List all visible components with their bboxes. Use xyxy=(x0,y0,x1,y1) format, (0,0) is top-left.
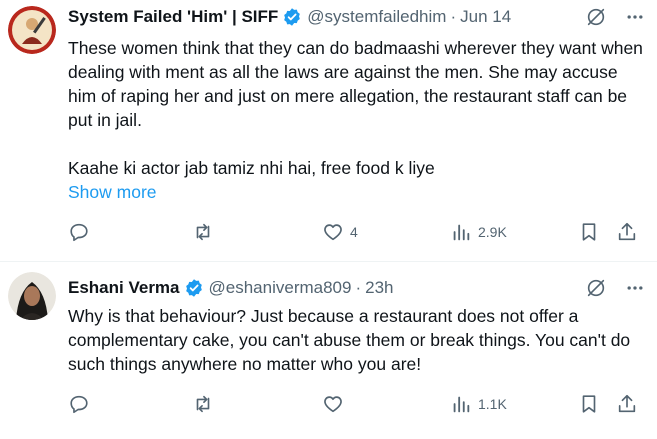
tweet-header: System Failed 'Him' | SIFF @systemfailed… xyxy=(68,4,645,30)
share-icon xyxy=(616,393,638,415)
like-count: 4 xyxy=(350,224,358,240)
verified-badge-icon xyxy=(282,7,302,27)
reply-icon xyxy=(68,393,90,415)
display-name[interactable]: System Failed 'Him' | SIFF xyxy=(68,7,278,27)
repost-button[interactable] xyxy=(192,393,220,415)
share-button[interactable] xyxy=(616,221,638,243)
verified-badge-icon xyxy=(184,278,204,298)
tweet-text: Why is that behaviour? Just because a re… xyxy=(68,304,645,376)
timestamp[interactable]: 23h xyxy=(365,278,393,298)
like-icon xyxy=(322,393,344,415)
repost-icon xyxy=(192,221,214,243)
views-icon xyxy=(450,221,472,243)
bookmark-icon xyxy=(578,393,600,415)
more-icon[interactable] xyxy=(625,278,645,298)
share-icon xyxy=(616,221,638,243)
tweet[interactable]: System Failed 'Him' | SIFF @systemfailed… xyxy=(0,0,657,262)
grok-icon[interactable] xyxy=(585,6,607,28)
tweet[interactable]: Eshani Verma @eshaniverma809 · 23h Why i… xyxy=(0,262,657,439)
show-more-link[interactable]: Show more xyxy=(68,182,157,202)
display-name[interactable]: Eshani Verma xyxy=(68,278,180,298)
tweet-paragraph: These women think that they can do badma… xyxy=(68,38,643,130)
share-button[interactable] xyxy=(616,393,638,415)
timestamp[interactable]: Jun 14 xyxy=(460,7,511,27)
views-button[interactable]: 2.9K xyxy=(450,221,507,243)
bookmark-button[interactable] xyxy=(578,221,600,243)
like-icon xyxy=(322,221,344,243)
separator-dot: · xyxy=(355,278,362,297)
more-icon[interactable] xyxy=(625,7,645,27)
reply-button[interactable] xyxy=(68,393,96,415)
repost-icon xyxy=(192,393,214,415)
like-button[interactable]: 4 xyxy=(322,221,358,243)
separator-dot: · xyxy=(450,7,457,26)
tweet-paragraph: Kaahe ki actor jab tamiz nhi hai, free f… xyxy=(68,158,435,178)
repost-button[interactable] xyxy=(192,221,220,243)
views-button[interactable]: 1.1K xyxy=(450,393,507,415)
handle[interactable]: @eshaniverma809 xyxy=(209,278,352,298)
bookmark-button[interactable] xyxy=(578,393,600,415)
reply-icon xyxy=(68,221,90,243)
avatar[interactable] xyxy=(8,6,56,54)
like-button[interactable] xyxy=(322,393,350,415)
tweet-header: Eshani Verma @eshaniverma809 · 23h xyxy=(68,275,645,301)
bookmark-icon xyxy=(578,221,600,243)
handle[interactable]: @systemfailedhim xyxy=(307,7,446,27)
tweet-actions: 1.1K xyxy=(68,392,640,416)
tweet-text: These women think that they can do badma… xyxy=(68,36,645,204)
reply-button[interactable] xyxy=(68,221,96,243)
views-count: 1.1K xyxy=(478,396,507,412)
avatar[interactable] xyxy=(8,272,56,320)
tweet-paragraph: Why is that behaviour? Just because a re… xyxy=(68,306,631,374)
views-icon xyxy=(450,393,472,415)
views-count: 2.9K xyxy=(478,224,507,240)
grok-icon[interactable] xyxy=(585,277,607,299)
tweet-actions: 4 2.9K xyxy=(68,220,640,244)
